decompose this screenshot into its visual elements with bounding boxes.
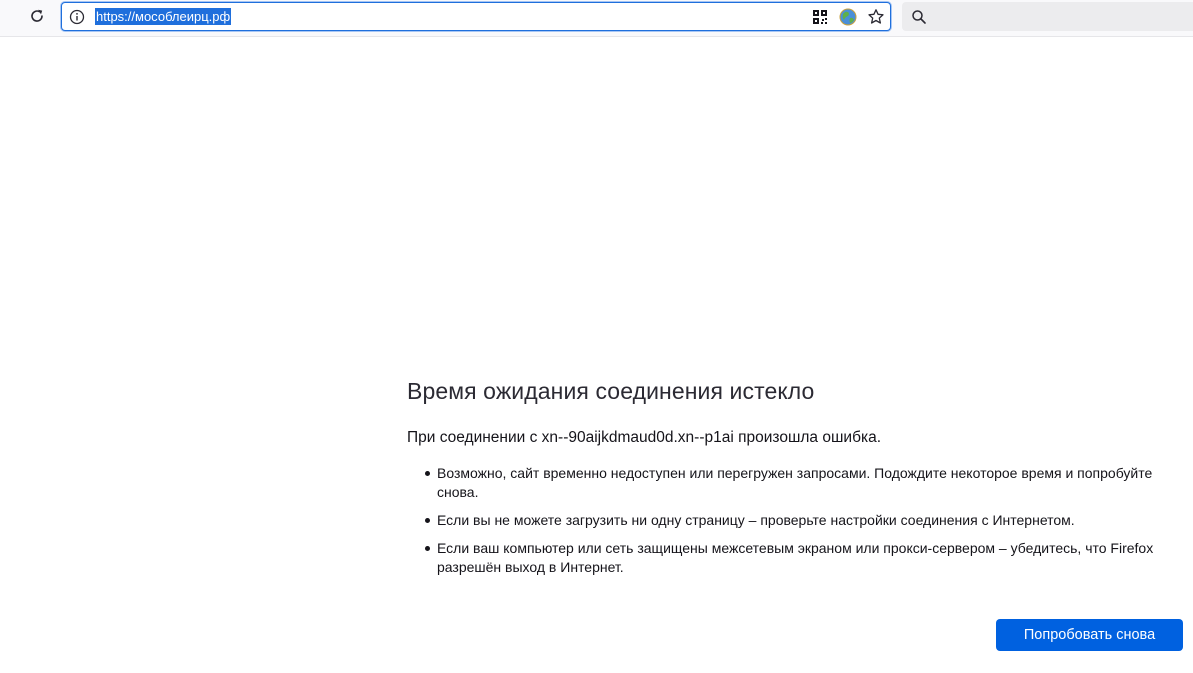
list-item: Возможно, сайт временно недоступен или п… xyxy=(425,464,1167,502)
error-subtitle: При соединении с xn--90aijkdmaud0d.xn--p… xyxy=(407,429,881,446)
url-bar-actions xyxy=(810,6,886,28)
qr-code-icon[interactable] xyxy=(810,7,830,27)
error-suggestions: Возможно, сайт временно недоступен или п… xyxy=(407,464,1177,577)
retry-button[interactable]: Попробовать снова xyxy=(996,619,1183,651)
info-icon[interactable] xyxy=(68,8,86,26)
url-bar[interactable]: https://мособлеирц.рф xyxy=(61,2,891,31)
search-bar[interactable] xyxy=(902,2,1193,31)
url-text[interactable]: https://мособлеирц.рф xyxy=(95,8,232,25)
search-icon xyxy=(910,8,928,26)
error-title: Время ожидания соединения истекло xyxy=(407,378,815,404)
error-page: Время ожидания соединения истекло При со… xyxy=(407,376,1177,586)
reload-icon xyxy=(29,8,45,28)
reload-button[interactable] xyxy=(23,4,51,32)
list-item: Если вы не можете загрузить ни одну стра… xyxy=(425,511,1167,530)
list-item: Если ваш компьютер или сеть защищены меж… xyxy=(425,539,1167,577)
bookmark-star-icon[interactable] xyxy=(866,7,886,27)
browser-toolbar: https://мособлеирц.рф xyxy=(0,0,1193,37)
globe-icon[interactable] xyxy=(838,7,858,27)
